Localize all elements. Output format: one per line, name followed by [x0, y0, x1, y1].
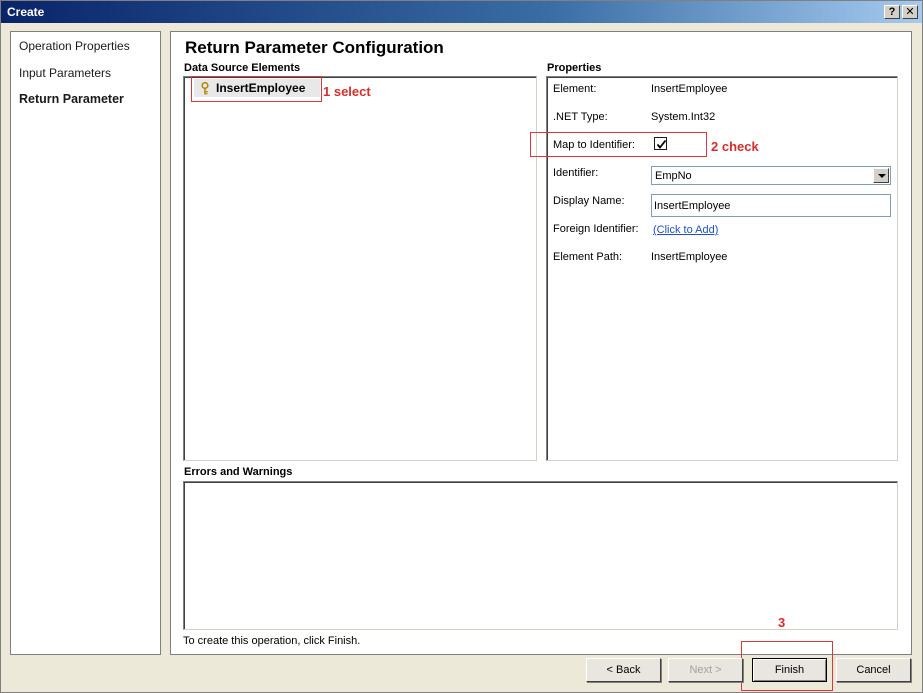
foreign-identifier-label: Foreign Identifier: [553, 223, 639, 235]
finish-button[interactable]: Finish [752, 658, 827, 682]
element-path-label: Element Path: [553, 251, 623, 263]
cancel-button[interactable]: Cancel [836, 658, 911, 682]
display-name-input[interactable] [651, 194, 891, 217]
window-title: Create [7, 5, 45, 19]
data-source-label: Data Source Elements [184, 62, 301, 74]
properties-label: Properties [547, 62, 602, 74]
page-title: Return Parameter Configuration [185, 38, 444, 57]
data-source-tree[interactable]: InsertEmployee [183, 76, 537, 461]
next-button[interactable]: Next > [668, 658, 743, 682]
net-type-label: .NET Type: [553, 111, 608, 123]
nav-item-operation-properties[interactable]: Operation Properties [19, 39, 130, 53]
create-dialog: Create ? ✕ Operation Properties Input Pa… [0, 0, 923, 693]
identifier-label: Identifier: [553, 167, 599, 179]
errors-label: Errors and Warnings [184, 466, 293, 478]
annotation-check: 2 check [711, 139, 759, 154]
wizard-steps-nav: Operation Properties Input Parameters Re… [10, 31, 161, 655]
net-type-value: System.Int32 [651, 111, 716, 123]
annotation-box-check [530, 132, 707, 157]
element-label: Element: [553, 83, 597, 95]
close-button[interactable]: ✕ [902, 5, 918, 19]
element-path-value: InsertEmployee [651, 251, 728, 263]
help-button[interactable]: ? [884, 5, 900, 19]
display-name-label: Display Name: [553, 195, 625, 207]
nav-item-return-parameter[interactable]: Return Parameter [19, 92, 124, 106]
annotation-box-select [191, 76, 322, 102]
chevron-down-icon[interactable] [873, 168, 889, 183]
nav-item-input-parameters[interactable]: Input Parameters [19, 66, 111, 80]
title-bar: Create ? ✕ [1, 1, 922, 23]
annotation-select: 1 select [323, 84, 371, 99]
errors-list [183, 481, 898, 630]
foreign-identifier-add-link[interactable]: (Click to Add) [653, 224, 718, 236]
identifier-select[interactable]: EmpNo [651, 166, 891, 185]
element-value: InsertEmployee [651, 83, 728, 95]
identifier-select-value: EmpNo [655, 170, 692, 182]
back-button[interactable]: < Back [586, 658, 661, 682]
status-text: To create this operation, click Finish. [183, 635, 361, 647]
annotation-finish-step: 3 [778, 615, 786, 630]
